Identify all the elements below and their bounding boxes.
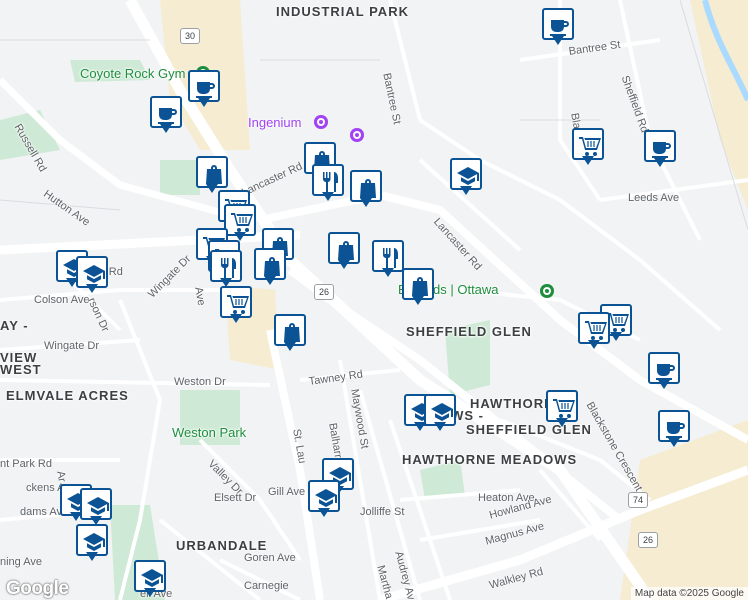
marker-pointer bbox=[86, 552, 98, 561]
marker-pointer bbox=[264, 276, 276, 285]
poi-label[interactable]: Ingenium bbox=[248, 115, 301, 130]
map-marker-coffee[interactable] bbox=[644, 130, 676, 168]
marker-pointer bbox=[230, 314, 242, 323]
map-marker-shopping-cart[interactable] bbox=[578, 312, 610, 350]
map-marker-shopping-bag[interactable] bbox=[196, 156, 228, 194]
poi-label[interactable]: Coyote Rock Gym bbox=[80, 66, 185, 81]
map-marker-coffee[interactable] bbox=[658, 410, 690, 448]
street-label: Colson Ave bbox=[34, 294, 90, 306]
map-canvas[interactable]: INDUSTRIAL PARK SHEFFIELD GLEN ELMVALE ACR… bbox=[0, 0, 748, 600]
street-label: Weston Dr bbox=[174, 376, 226, 388]
map-marker-shopping-cart[interactable] bbox=[572, 128, 604, 166]
marker-pointer bbox=[144, 588, 156, 597]
map-marker-shopping-cart[interactable] bbox=[220, 286, 252, 324]
map-marker-coffee[interactable] bbox=[188, 70, 220, 108]
marker-pointer bbox=[668, 438, 680, 447]
map-marker-school[interactable] bbox=[80, 488, 112, 526]
marker-pointer bbox=[552, 36, 564, 45]
marker-pointer bbox=[658, 380, 670, 389]
marker-pointer bbox=[610, 332, 622, 341]
route-shield: 26 bbox=[638, 532, 658, 548]
area-label: ELMVALE ACRES bbox=[6, 388, 129, 403]
map-marker-shopping-bag[interactable] bbox=[254, 248, 286, 286]
poi-icon[interactable] bbox=[350, 128, 364, 142]
poi-icon[interactable] bbox=[540, 284, 554, 298]
map-marker-shopping-cart[interactable] bbox=[546, 390, 578, 428]
street-label: Jolliffe St bbox=[360, 506, 405, 518]
street-label: ning Ave bbox=[0, 556, 43, 568]
street-label: Gill Ave bbox=[268, 486, 306, 498]
marker-pointer bbox=[588, 340, 600, 349]
street-label: Wingate Dr bbox=[44, 340, 100, 352]
marker-pointer bbox=[382, 268, 394, 277]
map-marker-school[interactable] bbox=[424, 394, 456, 432]
marker-pointer bbox=[360, 198, 372, 207]
map-marker-restaurant[interactable] bbox=[312, 164, 344, 202]
map-marker-coffee[interactable] bbox=[648, 352, 680, 390]
area-label: INDUSTRIAL PARK bbox=[276, 4, 409, 19]
marker-pointer bbox=[160, 124, 172, 133]
poi-icon[interactable] bbox=[314, 115, 328, 129]
marker-pointer bbox=[284, 342, 296, 351]
marker-pointer bbox=[220, 278, 232, 287]
marker-pointer bbox=[86, 284, 98, 293]
marker-pointer bbox=[338, 260, 350, 269]
area-label: AY - bbox=[0, 318, 29, 333]
marker-pointer bbox=[582, 156, 594, 165]
street-label: nt Park Rd bbox=[0, 458, 52, 470]
street-label: Leeds Ave bbox=[628, 192, 680, 204]
area-label: HAWTHORNE MEADOWS bbox=[402, 452, 578, 467]
map-marker-shopping-bag[interactable] bbox=[274, 314, 306, 352]
street-label: Goren Ave bbox=[244, 552, 296, 564]
map-marker-shopping-bag[interactable] bbox=[328, 232, 360, 270]
map-marker-restaurant[interactable] bbox=[372, 240, 404, 278]
marker-pointer bbox=[412, 296, 424, 305]
area-label: WEST bbox=[0, 362, 42, 377]
marker-pointer bbox=[556, 418, 568, 427]
marker-pointer bbox=[198, 98, 210, 107]
street-label: Elsett Dr bbox=[214, 492, 257, 504]
marker-pointer bbox=[460, 186, 472, 195]
marker-pointer bbox=[322, 192, 334, 201]
map-marker-coffee[interactable] bbox=[150, 96, 182, 134]
route-shield: 26 bbox=[314, 284, 334, 300]
area-label: URBANDALE bbox=[176, 538, 268, 553]
marker-pointer bbox=[206, 184, 218, 193]
marker-pointer bbox=[318, 508, 330, 517]
marker-pointer bbox=[654, 158, 666, 167]
map-marker-school[interactable] bbox=[76, 256, 108, 294]
map-marker-school[interactable] bbox=[76, 524, 108, 562]
map-marker-school[interactable] bbox=[450, 158, 482, 196]
marker-pointer bbox=[434, 422, 446, 431]
route-shield: 74 bbox=[628, 492, 648, 508]
map-marker-shopping-bag[interactable] bbox=[350, 170, 382, 208]
street-label: Carnegie bbox=[244, 580, 289, 592]
poi-label[interactable]: Weston Park bbox=[172, 425, 246, 440]
route-shield: 30 bbox=[180, 28, 200, 44]
street-label: Ar bbox=[54, 470, 68, 483]
google-logo: Google bbox=[6, 578, 69, 599]
map-marker-restaurant[interactable] bbox=[210, 250, 242, 288]
map-marker-shopping-cart[interactable] bbox=[224, 204, 256, 242]
area-label: SHEFFIELD GLEN bbox=[406, 324, 532, 339]
map-marker-coffee[interactable] bbox=[542, 8, 574, 46]
map-marker-shopping-bag[interactable] bbox=[402, 268, 434, 306]
map-marker-school[interactable] bbox=[134, 560, 166, 598]
map-marker-school[interactable] bbox=[308, 480, 340, 518]
map-attribution[interactable]: Map data ©2025 Google bbox=[630, 587, 748, 600]
